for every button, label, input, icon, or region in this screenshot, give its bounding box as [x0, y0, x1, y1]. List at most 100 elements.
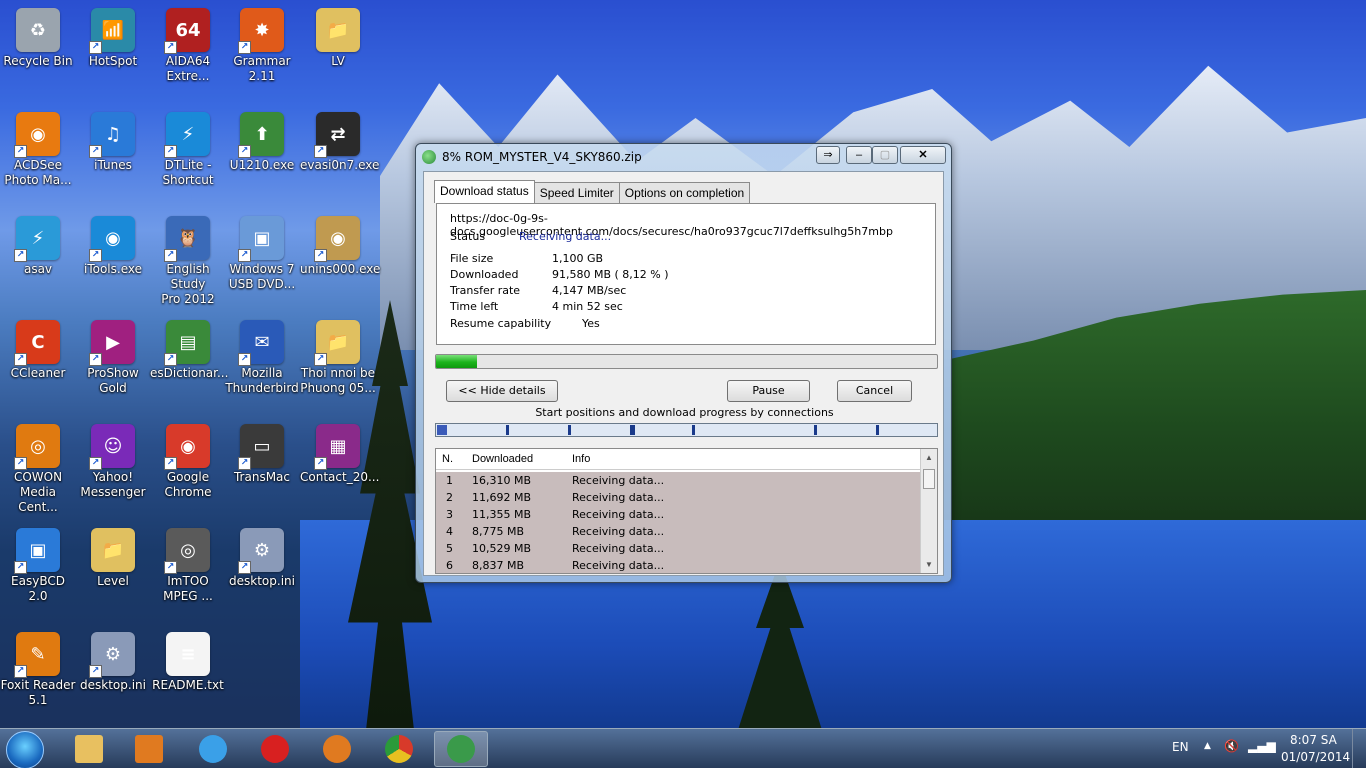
- desktop-icon[interactable]: ♻ Recycle Bin: [0, 4, 76, 96]
- desktop-icon[interactable]: ⚙ ↗ desktop.ini: [224, 524, 300, 616]
- desktop-icon[interactable]: ▭ ↗ TransMac: [224, 420, 300, 512]
- desktop-icon-label: English Study Pro 2012: [161, 262, 215, 306]
- desktop-icon-image: 📁: [316, 8, 360, 52]
- list-item[interactable]: 5 10,529 MB Receiving data...: [436, 540, 921, 557]
- desktop-icon-label: ProShow Gold: [87, 366, 139, 395]
- desktop-icon-label: desktop.ini: [80, 678, 146, 692]
- desktop-icon-image: ✸ ↗: [238, 8, 284, 54]
- cell-info: Receiving data...: [572, 491, 665, 504]
- list-item[interactable]: 6 8,837 MB Receiving data...: [436, 557, 921, 573]
- hide-details-button[interactable]: << Hide details: [446, 380, 558, 402]
- desktop-icon[interactable]: ≡ README.txt: [150, 628, 226, 720]
- desktop-icon[interactable]: ▤ ↗ esDictionar...: [150, 316, 228, 408]
- desktop-icon-image: 🦉 ↗: [164, 216, 210, 262]
- desktop-icon[interactable]: ⚙ ↗ desktop.ini: [75, 628, 151, 720]
- maximize-button[interactable]: ▢: [872, 146, 898, 164]
- desktop-icon[interactable]: ⬆ ↗ U1210.exe: [224, 108, 300, 200]
- desktop-icon-label: Thoi nnoi be Phuong 05...: [300, 366, 376, 395]
- idm-taskbar-icon[interactable]: [434, 731, 488, 767]
- resume-value: Yes: [582, 317, 600, 330]
- col-n[interactable]: N.: [442, 453, 453, 465]
- desktop-icon[interactable]: ◎ ↗ COWON Media Cent...: [0, 420, 76, 514]
- desktop-icon[interactable]: ◎ ↗ ImTOO MPEG ...: [150, 524, 226, 616]
- tab-download-status[interactable]: Download status: [434, 180, 535, 203]
- connections-list[interactable]: N. Downloaded Info 1 16,310 MB Receiving d…: [435, 448, 938, 574]
- desktop-icon[interactable]: 🦉 ↗ English Study Pro 2012: [150, 212, 226, 306]
- to-tray-button[interactable]: ⇒: [816, 146, 840, 164]
- list-item[interactable]: 2 11,692 MB Receiving data...: [436, 489, 921, 506]
- volume-muted-icon[interactable]: 🔇: [1224, 739, 1239, 753]
- cancel-button[interactable]: Cancel: [837, 380, 912, 402]
- desktop-icon[interactable]: ⚡ ↗ asav: [0, 212, 76, 304]
- desktop-icon[interactable]: ⚡ ↗ DTLite - Shortcut: [150, 108, 226, 200]
- desktop-icon[interactable]: ⇄ ↗ evasi0n7.exe: [300, 108, 379, 200]
- desktop-icon[interactable]: ◉ ↗ unins000.exe: [300, 212, 380, 304]
- desktop-icon[interactable]: 📁 LV: [300, 4, 376, 96]
- shortcut-arrow-icon: ↗: [314, 353, 327, 366]
- desktop-icon[interactable]: 📶 ↗ HotSpot: [75, 4, 151, 96]
- list-scrollbar[interactable]: ▲ ▼: [920, 449, 937, 573]
- clock-time[interactable]: 8:07 SA: [1290, 733, 1337, 747]
- desktop-icon-label: EasyBCD 2.0: [11, 574, 65, 603]
- start-button[interactable]: [6, 731, 44, 768]
- desktop-icon[interactable]: 📁 ↗ Thoi nnoi be Phuong 05...: [300, 316, 376, 408]
- desktop-icon[interactable]: ✸ ↗ Grammar 2.11: [224, 4, 300, 96]
- cell-n: 5: [446, 542, 453, 555]
- desktop-icon[interactable]: ▦ ↗ Contact_20...: [300, 420, 379, 512]
- desktop-icon-image: ▭ ↗: [238, 424, 284, 470]
- shortcut-arrow-icon: ↗: [14, 457, 27, 470]
- desktop-icon-label: TransMac: [233, 470, 290, 484]
- shortcut-arrow-icon: ↗: [89, 145, 102, 158]
- tab-speed-limiter[interactable]: Speed Limiter: [533, 182, 620, 203]
- list-item[interactable]: 1 16,310 MB Receiving data...: [436, 472, 921, 489]
- clock-date[interactable]: 01/07/2014: [1281, 750, 1350, 764]
- desktop-icon-image: 📶 ↗: [89, 8, 135, 54]
- show-desktop-button[interactable]: [1352, 729, 1366, 768]
- desktop-icon-label: Level: [97, 574, 129, 588]
- desktop-icon-label: ACDSee Photo Ma...: [4, 158, 72, 187]
- desktop-icon[interactable]: C ↗ CCleaner: [0, 316, 76, 408]
- show-hidden-icons[interactable]: ▲: [1204, 741, 1211, 751]
- cell-info: Receiving data...: [572, 508, 665, 521]
- desktop-icon[interactable]: ▶ ↗ ProShow Gold: [75, 316, 151, 408]
- pause-button[interactable]: Pause: [727, 380, 810, 402]
- language-indicator[interactable]: EN: [1172, 740, 1189, 754]
- transfer-rate-value: 4,147 MB/sec: [552, 284, 627, 297]
- desktop-icon[interactable]: ▣ ↗ Windows 7 USB DVD...: [224, 212, 300, 304]
- opera-taskbar-icon[interactable]: [248, 731, 302, 767]
- explorer-taskbar-icon[interactable]: [62, 731, 116, 767]
- col-info[interactable]: Info: [572, 453, 590, 465]
- desktop-icon[interactable]: 64 ↗ AIDA64 Extre...: [150, 4, 226, 96]
- list-item[interactable]: 3 11,355 MB Receiving data...: [436, 506, 921, 523]
- media-player-taskbar-icon[interactable]: [122, 731, 176, 767]
- cell-n: 4: [446, 525, 453, 538]
- desktop-icon[interactable]: ◉ ↗ iTools.exe: [75, 212, 151, 304]
- desktop-icon[interactable]: ▣ ↗ EasyBCD 2.0: [0, 524, 76, 616]
- chrome-taskbar-icon[interactable]: [372, 731, 426, 767]
- desktop-icon[interactable]: ☺ ↗ Yahoo! Messenger: [75, 420, 151, 512]
- desktop-icon-label: LV: [331, 54, 345, 68]
- desktop-icon-image: ◎ ↗: [14, 424, 60, 470]
- desktop-icon-image: ⚡ ↗: [14, 216, 60, 262]
- col-downloaded[interactable]: Downloaded: [472, 453, 533, 465]
- download-window[interactable]: 8% ROM_MYSTER_V4_SKY860.zip ⇒ – ▢ ✕ Down…: [415, 143, 952, 583]
- time-left-value: 4 min 52 sec: [552, 300, 623, 313]
- connection-marker: [692, 425, 695, 435]
- ie-taskbar-icon[interactable]: [186, 731, 240, 767]
- desktop-icon[interactable]: ◉ ↗ Google Chrome: [150, 420, 226, 512]
- desktop-icon[interactable]: 📁 Level: [75, 524, 151, 616]
- desktop-icon[interactable]: ◉ ↗ ACDSee Photo Ma...: [0, 108, 76, 200]
- close-button[interactable]: ✕: [900, 146, 946, 164]
- desktop-icon[interactable]: ✎ ↗ Foxit Reader 5.1: [0, 628, 76, 720]
- firefox-taskbar-icon[interactable]: [310, 731, 364, 767]
- shortcut-arrow-icon: ↗: [89, 457, 102, 470]
- list-item[interactable]: 4 8,775 MB Receiving data...: [436, 523, 921, 540]
- desktop-icon[interactable]: ✉ ↗ Mozilla Thunderbird: [224, 316, 300, 408]
- desktop-icon-label: desktop.ini: [229, 574, 295, 588]
- tab-options-on-completion[interactable]: Options on completion: [618, 182, 751, 203]
- desktop-icon-image: ⚙ ↗: [89, 632, 135, 678]
- minimize-button[interactable]: –: [846, 146, 872, 164]
- network-icon[interactable]: ▂▄▆: [1248, 739, 1276, 753]
- globe-icon: [422, 150, 436, 164]
- desktop-icon[interactable]: ♫ ↗ iTunes: [75, 108, 151, 200]
